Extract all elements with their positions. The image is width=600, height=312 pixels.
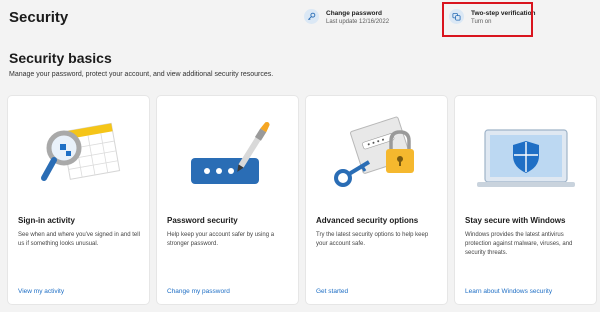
get-started-link[interactable]: Get started — [316, 288, 348, 295]
section-description: Manage your password, protect your accou… — [9, 71, 274, 78]
card-description: Windows provides the latest antivirus pr… — [465, 232, 573, 256]
card-title: Password security — [167, 216, 238, 225]
card-password-security: Password security Help keep your account… — [157, 96, 298, 304]
card-title: Stay secure with Windows — [465, 216, 566, 225]
change-password-subtitle: Last update 12/16/2022 — [326, 19, 390, 25]
change-my-password-link[interactable]: Change my password — [167, 288, 230, 295]
card-description: See when and where you've signed in and … — [18, 232, 140, 247]
magnifier-calendar-icon — [8, 96, 149, 204]
section-title: Security basics — [9, 50, 112, 66]
lock-key-icon — [306, 96, 447, 204]
card-title: Sign-in activity — [18, 216, 75, 225]
card-advanced-security-options: Advanced security options Try the latest… — [306, 96, 447, 304]
card-title: Advanced security options — [316, 216, 419, 225]
laptop-shield-icon — [455, 96, 596, 204]
card-sign-in-activity: Sign-in activity See when and where you'… — [8, 96, 149, 304]
header: Security Change password Last update 12/… — [0, 0, 600, 40]
page-title: Security — [9, 9, 69, 26]
key-icon — [304, 9, 319, 24]
change-password-action[interactable]: Change password Last update 12/16/2022 — [304, 9, 389, 27]
card-stay-secure-with-windows: Stay secure with Windows Windows provide… — [455, 96, 596, 304]
password-pen-icon — [157, 96, 298, 204]
card-description: Try the latest security options to help … — [316, 232, 429, 247]
highlight-box — [442, 2, 533, 37]
view-my-activity-link[interactable]: View my activity — [18, 288, 64, 295]
learn-about-windows-security-link[interactable]: Learn about Windows security — [465, 288, 552, 295]
change-password-title: Change password — [326, 10, 382, 17]
card-description: Help keep your account safer by using a … — [167, 232, 275, 247]
